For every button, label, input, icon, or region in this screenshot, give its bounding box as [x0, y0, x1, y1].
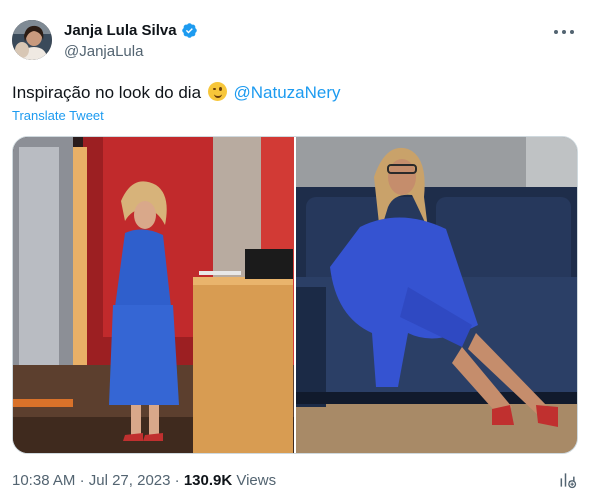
tweet-text-body: Inspiração no look do dia — [12, 83, 202, 102]
author-handle[interactable]: @JanjaLula — [64, 43, 198, 60]
author-name[interactable]: Janja Lula Silva — [64, 22, 177, 39]
views-count: 130.9K — [183, 472, 233, 489]
meta-separator: · — [174, 472, 180, 489]
more-options-icon[interactable] — [554, 24, 574, 40]
avatar[interactable] — [12, 20, 52, 60]
verified-badge-icon — [181, 23, 197, 38]
tweet-card: Janja Lula Silva @JanjaLula Inspiração n… — [0, 0, 592, 504]
author-block: Janja Lula Silva @JanjaLula — [64, 22, 198, 60]
winking-face-emoji-icon — [207, 82, 227, 101]
mention-link[interactable]: @NatuzaNery — [234, 83, 341, 102]
media-grid — [12, 136, 578, 454]
photo-tv-presenter[interactable] — [13, 137, 294, 453]
name-row: Janja Lula Silva — [64, 22, 198, 39]
tweet-time[interactable]: 10:38 AM — [12, 472, 75, 489]
tweet-meta: 10:38 AM · Jul 27, 2023 · 130.9K Views — [12, 472, 276, 489]
tweet-text: Inspiração no look do dia @NatuzaNery — [12, 82, 341, 104]
meta-separator: · — [79, 472, 85, 489]
analytics-icon[interactable] — [558, 470, 578, 490]
photo-woman-on-sofa[interactable] — [296, 137, 577, 453]
translate-tweet-link[interactable]: Translate Tweet — [12, 108, 104, 123]
views-label: Views — [236, 472, 277, 489]
tweet-date[interactable]: Jul 27, 2023 — [89, 472, 171, 489]
